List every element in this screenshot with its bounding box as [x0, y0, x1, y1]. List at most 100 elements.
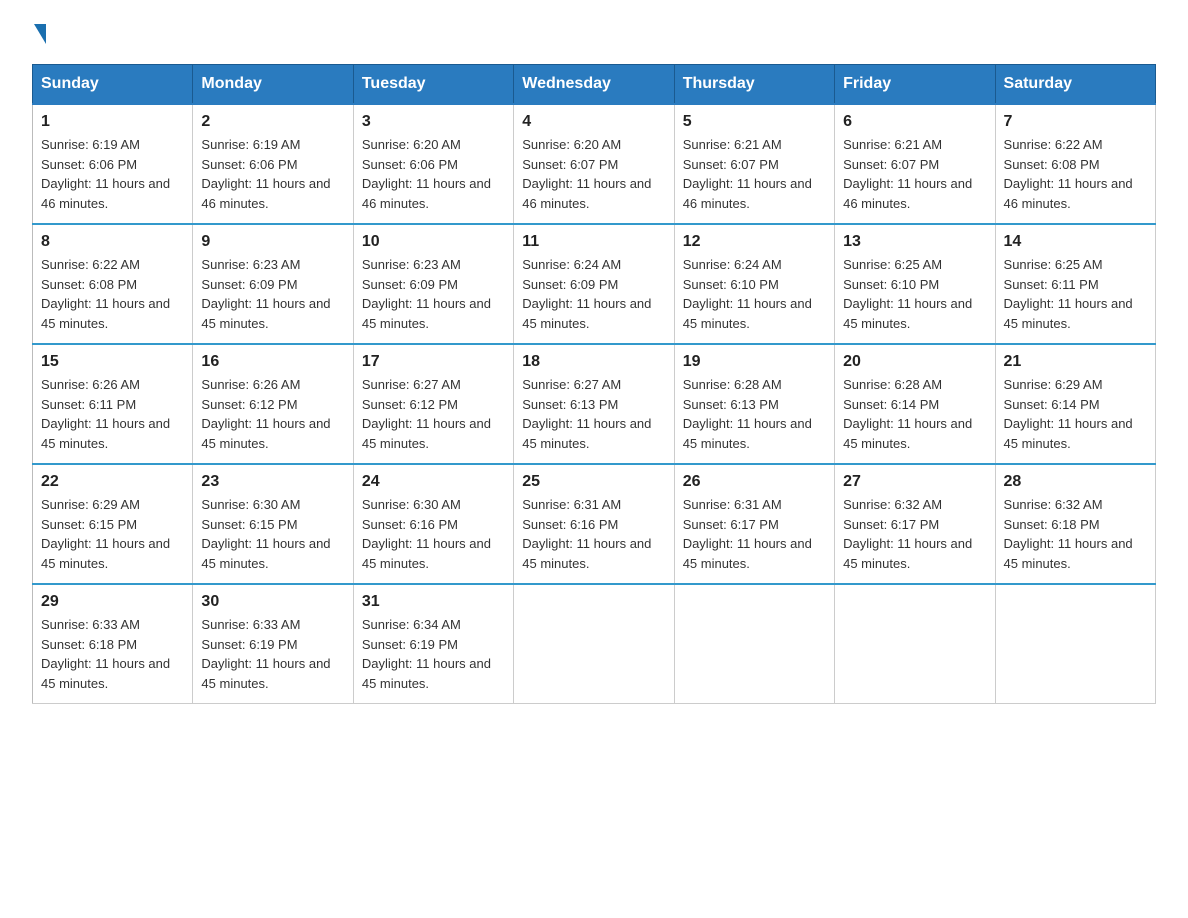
day-number: 6	[843, 113, 986, 131]
day-number: 3	[362, 113, 505, 131]
calendar-cell: 13 Sunrise: 6:25 AM Sunset: 6:10 PM Dayl…	[835, 224, 995, 344]
day-number: 16	[201, 353, 344, 371]
calendar-table: SundayMondayTuesdayWednesdayThursdayFrid…	[32, 64, 1156, 704]
calendar-cell: 7 Sunrise: 6:22 AM Sunset: 6:08 PM Dayli…	[995, 104, 1155, 224]
day-info: Sunrise: 6:25 AM Sunset: 6:11 PM Dayligh…	[1004, 255, 1147, 333]
calendar-week-5: 29 Sunrise: 6:33 AM Sunset: 6:18 PM Dayl…	[33, 584, 1156, 704]
day-info: Sunrise: 6:24 AM Sunset: 6:09 PM Dayligh…	[522, 255, 665, 333]
day-number: 18	[522, 353, 665, 371]
day-info: Sunrise: 6:20 AM Sunset: 6:07 PM Dayligh…	[522, 135, 665, 213]
day-number: 22	[41, 473, 184, 491]
calendar-cell: 18 Sunrise: 6:27 AM Sunset: 6:13 PM Dayl…	[514, 344, 674, 464]
header-tuesday: Tuesday	[353, 65, 513, 105]
calendar-cell: 29 Sunrise: 6:33 AM Sunset: 6:18 PM Dayl…	[33, 584, 193, 704]
day-number: 20	[843, 353, 986, 371]
header-thursday: Thursday	[674, 65, 834, 105]
calendar-cell: 31 Sunrise: 6:34 AM Sunset: 6:19 PM Dayl…	[353, 584, 513, 704]
day-info: Sunrise: 6:26 AM Sunset: 6:11 PM Dayligh…	[41, 375, 184, 453]
day-number: 31	[362, 593, 505, 611]
calendar-cell: 20 Sunrise: 6:28 AM Sunset: 6:14 PM Dayl…	[835, 344, 995, 464]
day-info: Sunrise: 6:22 AM Sunset: 6:08 PM Dayligh…	[41, 255, 184, 333]
calendar-cell	[514, 584, 674, 704]
calendar-cell: 26 Sunrise: 6:31 AM Sunset: 6:17 PM Dayl…	[674, 464, 834, 584]
day-info: Sunrise: 6:21 AM Sunset: 6:07 PM Dayligh…	[683, 135, 826, 213]
day-info: Sunrise: 6:20 AM Sunset: 6:06 PM Dayligh…	[362, 135, 505, 213]
day-info: Sunrise: 6:33 AM Sunset: 6:19 PM Dayligh…	[201, 615, 344, 693]
calendar-cell: 25 Sunrise: 6:31 AM Sunset: 6:16 PM Dayl…	[514, 464, 674, 584]
logo-arrow-icon	[34, 24, 46, 44]
calendar-cell: 19 Sunrise: 6:28 AM Sunset: 6:13 PM Dayl…	[674, 344, 834, 464]
calendar-cell: 21 Sunrise: 6:29 AM Sunset: 6:14 PM Dayl…	[995, 344, 1155, 464]
day-number: 26	[683, 473, 826, 491]
day-number: 29	[41, 593, 184, 611]
calendar-cell: 23 Sunrise: 6:30 AM Sunset: 6:15 PM Dayl…	[193, 464, 353, 584]
day-info: Sunrise: 6:32 AM Sunset: 6:18 PM Dayligh…	[1004, 495, 1147, 573]
calendar-cell: 8 Sunrise: 6:22 AM Sunset: 6:08 PM Dayli…	[33, 224, 193, 344]
calendar-cell: 2 Sunrise: 6:19 AM Sunset: 6:06 PM Dayli…	[193, 104, 353, 224]
day-number: 17	[362, 353, 505, 371]
day-info: Sunrise: 6:31 AM Sunset: 6:17 PM Dayligh…	[683, 495, 826, 573]
calendar-cell: 6 Sunrise: 6:21 AM Sunset: 6:07 PM Dayli…	[835, 104, 995, 224]
header-wednesday: Wednesday	[514, 65, 674, 105]
calendar-cell	[995, 584, 1155, 704]
day-number: 21	[1004, 353, 1147, 371]
logo	[32, 24, 46, 46]
day-info: Sunrise: 6:21 AM Sunset: 6:07 PM Dayligh…	[843, 135, 986, 213]
day-number: 1	[41, 113, 184, 131]
day-info: Sunrise: 6:22 AM Sunset: 6:08 PM Dayligh…	[1004, 135, 1147, 213]
day-info: Sunrise: 6:29 AM Sunset: 6:14 PM Dayligh…	[1004, 375, 1147, 453]
day-info: Sunrise: 6:30 AM Sunset: 6:16 PM Dayligh…	[362, 495, 505, 573]
calendar-cell: 9 Sunrise: 6:23 AM Sunset: 6:09 PM Dayli…	[193, 224, 353, 344]
calendar-header-row: SundayMondayTuesdayWednesdayThursdayFrid…	[33, 65, 1156, 105]
calendar-week-3: 15 Sunrise: 6:26 AM Sunset: 6:11 PM Dayl…	[33, 344, 1156, 464]
page-header	[32, 24, 1156, 46]
day-info: Sunrise: 6:24 AM Sunset: 6:10 PM Dayligh…	[683, 255, 826, 333]
day-number: 24	[362, 473, 505, 491]
header-friday: Friday	[835, 65, 995, 105]
day-number: 19	[683, 353, 826, 371]
calendar-cell: 17 Sunrise: 6:27 AM Sunset: 6:12 PM Dayl…	[353, 344, 513, 464]
calendar-cell: 30 Sunrise: 6:33 AM Sunset: 6:19 PM Dayl…	[193, 584, 353, 704]
day-number: 9	[201, 233, 344, 251]
day-info: Sunrise: 6:33 AM Sunset: 6:18 PM Dayligh…	[41, 615, 184, 693]
calendar-cell: 27 Sunrise: 6:32 AM Sunset: 6:17 PM Dayl…	[835, 464, 995, 584]
day-number: 10	[362, 233, 505, 251]
day-number: 23	[201, 473, 344, 491]
day-info: Sunrise: 6:30 AM Sunset: 6:15 PM Dayligh…	[201, 495, 344, 573]
day-number: 12	[683, 233, 826, 251]
day-info: Sunrise: 6:25 AM Sunset: 6:10 PM Dayligh…	[843, 255, 986, 333]
day-number: 13	[843, 233, 986, 251]
day-number: 25	[522, 473, 665, 491]
day-info: Sunrise: 6:27 AM Sunset: 6:13 PM Dayligh…	[522, 375, 665, 453]
calendar-week-4: 22 Sunrise: 6:29 AM Sunset: 6:15 PM Dayl…	[33, 464, 1156, 584]
day-number: 27	[843, 473, 986, 491]
calendar-cell: 3 Sunrise: 6:20 AM Sunset: 6:06 PM Dayli…	[353, 104, 513, 224]
calendar-cell: 14 Sunrise: 6:25 AM Sunset: 6:11 PM Dayl…	[995, 224, 1155, 344]
calendar-cell	[674, 584, 834, 704]
header-sunday: Sunday	[33, 65, 193, 105]
day-info: Sunrise: 6:31 AM Sunset: 6:16 PM Dayligh…	[522, 495, 665, 573]
day-number: 15	[41, 353, 184, 371]
day-info: Sunrise: 6:26 AM Sunset: 6:12 PM Dayligh…	[201, 375, 344, 453]
calendar-cell: 10 Sunrise: 6:23 AM Sunset: 6:09 PM Dayl…	[353, 224, 513, 344]
day-number: 7	[1004, 113, 1147, 131]
calendar-cell: 4 Sunrise: 6:20 AM Sunset: 6:07 PM Dayli…	[514, 104, 674, 224]
day-number: 14	[1004, 233, 1147, 251]
day-info: Sunrise: 6:34 AM Sunset: 6:19 PM Dayligh…	[362, 615, 505, 693]
calendar-week-1: 1 Sunrise: 6:19 AM Sunset: 6:06 PM Dayli…	[33, 104, 1156, 224]
day-info: Sunrise: 6:28 AM Sunset: 6:14 PM Dayligh…	[843, 375, 986, 453]
day-number: 8	[41, 233, 184, 251]
day-info: Sunrise: 6:29 AM Sunset: 6:15 PM Dayligh…	[41, 495, 184, 573]
day-number: 30	[201, 593, 344, 611]
day-number: 4	[522, 113, 665, 131]
day-info: Sunrise: 6:27 AM Sunset: 6:12 PM Dayligh…	[362, 375, 505, 453]
calendar-cell	[835, 584, 995, 704]
day-number: 2	[201, 113, 344, 131]
day-info: Sunrise: 6:19 AM Sunset: 6:06 PM Dayligh…	[41, 135, 184, 213]
header-monday: Monday	[193, 65, 353, 105]
calendar-cell: 15 Sunrise: 6:26 AM Sunset: 6:11 PM Dayl…	[33, 344, 193, 464]
calendar-week-2: 8 Sunrise: 6:22 AM Sunset: 6:08 PM Dayli…	[33, 224, 1156, 344]
day-info: Sunrise: 6:23 AM Sunset: 6:09 PM Dayligh…	[362, 255, 505, 333]
calendar-cell: 11 Sunrise: 6:24 AM Sunset: 6:09 PM Dayl…	[514, 224, 674, 344]
day-info: Sunrise: 6:23 AM Sunset: 6:09 PM Dayligh…	[201, 255, 344, 333]
